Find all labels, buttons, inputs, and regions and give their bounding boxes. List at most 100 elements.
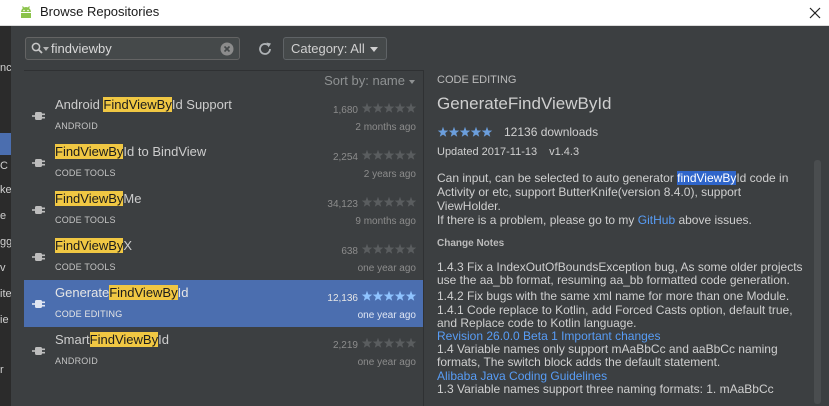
background-selection: [0, 133, 11, 155]
plugin-name: SmartFindViewById: [55, 332, 169, 347]
plugin-name: Android FindViewById Support: [55, 97, 232, 112]
close-button[interactable]: [801, 0, 829, 26]
plugin-updated: 9 months ago: [355, 216, 416, 227]
strip-fragment: gg: [0, 236, 11, 248]
github-link[interactable]: GitHub: [638, 213, 675, 227]
category-dropdown-label: Category: All: [291, 41, 365, 56]
plugin-category: ANDROID: [55, 121, 98, 131]
star-icon: [405, 196, 417, 207]
rating-stars: [361, 196, 417, 207]
plugin-row[interactable]: FindViewByX CODE TOOLS 638 one year ago: [24, 233, 423, 280]
plugin-icon: [32, 347, 45, 355]
search-match-highlight: FindViewBy: [55, 238, 124, 253]
search-match-highlight: FindViewBy: [109, 285, 178, 300]
sort-by-dropdown[interactable]: Sort by: name: [324, 73, 415, 88]
strip-fragment: v: [0, 262, 6, 274]
star-icon: [394, 149, 406, 160]
plugin-icon: [32, 112, 45, 120]
plugin-name-text: Id: [177, 285, 189, 300]
search-match-highlight: FindViewBy: [55, 191, 124, 206]
detail-title: GenerateFindViewById: [437, 94, 612, 113]
plugin-downloads: 12,136: [327, 293, 358, 304]
close-icon: [809, 7, 821, 19]
plugin-row[interactable]: Android FindViewById Support ANDROID 1,680…: [24, 92, 423, 139]
star-icon: [372, 290, 384, 301]
search-match-highlight: FindViewBy: [89, 332, 159, 347]
plugin-icon: [32, 300, 45, 308]
rating-stars: [361, 102, 417, 113]
star-icon: [405, 290, 417, 301]
star-icon: [361, 196, 373, 207]
plugin-list: Sort by: name Android FindViewById Suppo…: [24, 70, 423, 406]
search-match-highlight: FindViewBy: [103, 97, 172, 112]
star-icon: [383, 102, 395, 113]
description-text: above issues.: [675, 213, 752, 227]
alibaba-guidelines-link[interactable]: Alibaba Java Coding Guidelines: [437, 369, 807, 383]
plugin-category: CODE EDITING: [55, 309, 123, 319]
plugin-name-text: Me: [123, 191, 142, 206]
plugin-updated: one year ago: [357, 263, 416, 274]
plugin-row[interactable]: GenerateFindViewById CODE EDITING 12,136 on…: [24, 280, 423, 327]
strip-fragment: r: [0, 364, 4, 376]
plugin-name: FindViewByX: [55, 238, 132, 253]
description-selected-text: findViewBy: [677, 171, 737, 185]
plugin-icon: [32, 253, 45, 261]
star-icon: [437, 126, 449, 137]
plugin-category: CODE TOOLS: [55, 215, 116, 225]
star-icon: [383, 243, 395, 254]
plugin-category: CODE TOOLS: [55, 262, 116, 272]
star-icon: [470, 126, 482, 137]
rating-stars: [361, 243, 417, 254]
change-note: 1.4 Variable names only support mAaBbCc …: [437, 342, 778, 370]
detail-rating-stars: [437, 126, 493, 137]
plugin-row[interactable]: SmartFindViewById ANDROID 2,219 one year ag…: [24, 327, 423, 374]
star-icon: [481, 126, 493, 137]
plugin-name: GenerateFindViewById: [55, 285, 188, 300]
star-icon: [394, 102, 406, 113]
star-icon: [361, 243, 373, 254]
search-history-dropdown-icon[interactable]: [43, 47, 49, 51]
plugin-category: ANDROID: [55, 356, 98, 366]
star-icon: [405, 337, 417, 348]
window-title: Browse Repositories: [40, 4, 160, 19]
star-icon: [372, 102, 384, 113]
plugin-row[interactable]: FindViewByMe CODE TOOLS 34,123 9 months ago: [24, 186, 423, 233]
star-icon: [372, 149, 384, 160]
detail-updated: Updated 2017-11-13 v1.4.3: [437, 146, 579, 158]
plugin-downloads: 638: [341, 246, 358, 257]
refresh-icon[interactable]: [256, 40, 274, 58]
strip-fragment: ke: [0, 184, 11, 196]
plugin-name-text: X: [123, 238, 133, 253]
star-icon: [383, 149, 395, 160]
detail-updated-date: Updated 2017-11-13: [437, 146, 538, 158]
change-notes-heading: Change Notes: [437, 238, 505, 249]
plugin-icon: [32, 159, 45, 167]
detail-version: v1.4.3: [549, 146, 580, 158]
star-icon: [361, 337, 373, 348]
star-icon: [405, 102, 417, 113]
plugin-name: FindViewByMe: [55, 191, 141, 206]
search-field[interactable]: [25, 37, 240, 60]
strip-fragment: C: [0, 160, 8, 172]
change-note: 1.4.1 Code replace to Kotlin, add Forced…: [437, 302, 793, 330]
star-icon: [361, 290, 373, 301]
rating-stars: [361, 149, 417, 160]
category-dropdown[interactable]: Category: All: [283, 37, 387, 60]
plugin-name-text: Id: [158, 332, 169, 347]
plugin-downloads: 34,123: [327, 199, 358, 210]
plugin-name-text: Smart: [55, 332, 90, 347]
strip-fragment: ite: [0, 288, 11, 300]
detail-scrollbar[interactable]: [814, 160, 821, 404]
change-notes: 1.4.3 Fix a IndexOutOfBoundsException bu…: [437, 260, 807, 396]
title-bar: Browse Repositories: [0, 0, 829, 26]
search-match-highlight: FindViewBy: [55, 144, 124, 159]
plugin-row[interactable]: FindViewById to BindView CODE TOOLS 2,254 2…: [24, 139, 423, 186]
search-input[interactable]: [51, 40, 216, 57]
plugin-updated: one year ago: [357, 357, 416, 368]
plugin-downloads: 2,254: [332, 152, 358, 163]
search-icon: [31, 42, 43, 54]
star-icon: [394, 196, 406, 207]
plugin-icon: [32, 206, 45, 214]
clear-search-icon[interactable]: [220, 42, 234, 56]
plugin-name: FindViewById to BindView: [55, 144, 206, 159]
